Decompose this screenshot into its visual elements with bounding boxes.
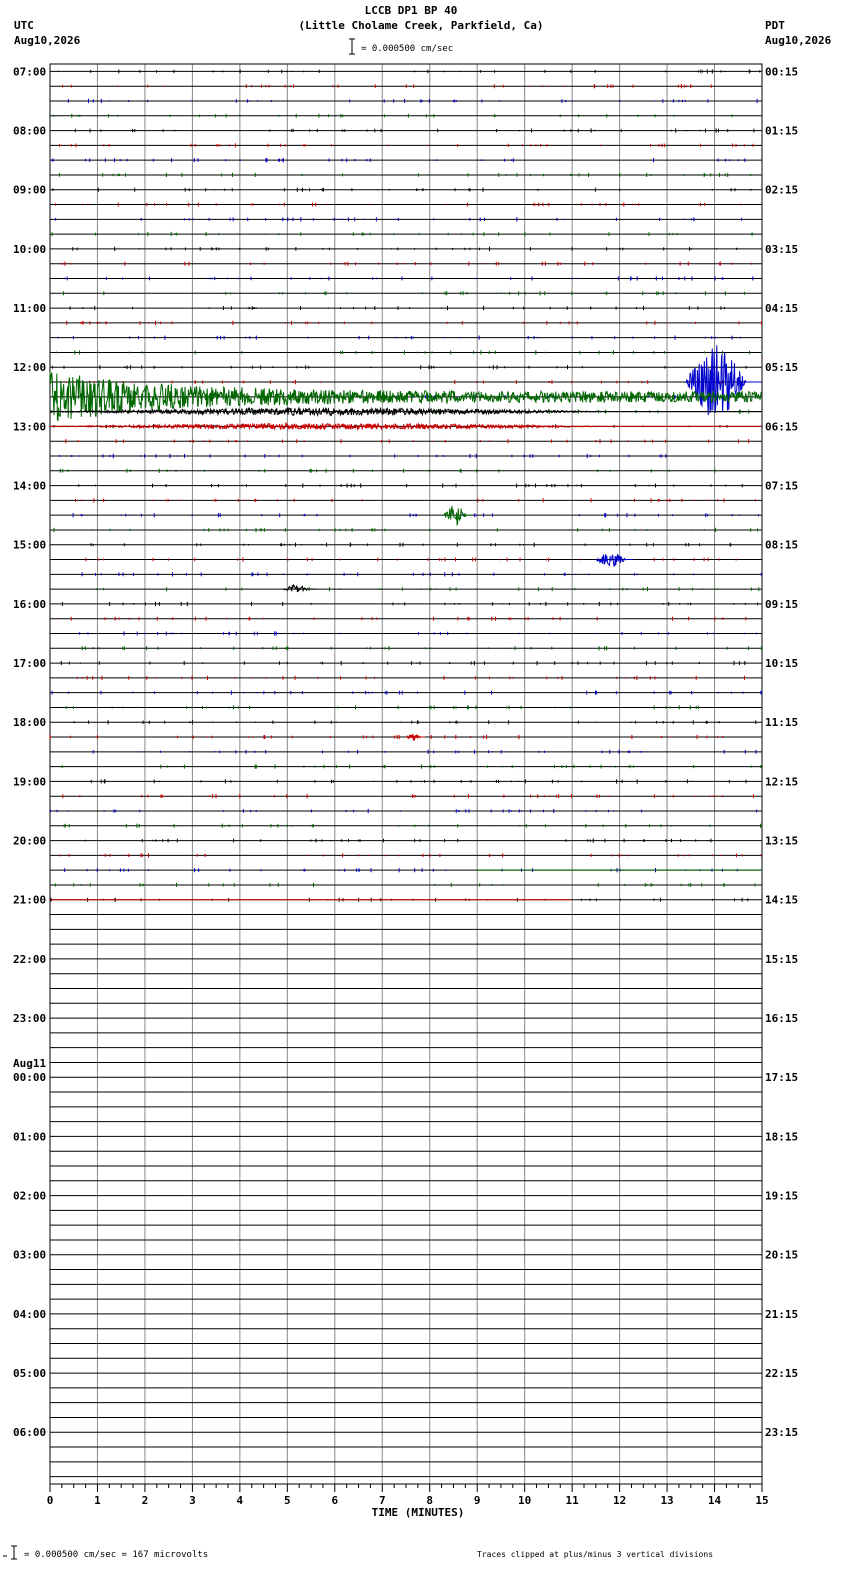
- x-tick-label: 2: [142, 1494, 149, 1507]
- right-hour-label: 20:15: [765, 1249, 798, 1262]
- event-waveform: [595, 553, 634, 567]
- left-hour-label: 12:00: [13, 361, 46, 374]
- right-hour-label: 18:15: [765, 1130, 798, 1143]
- left-hour-label: 04:00: [13, 1308, 46, 1321]
- right-hour-label: 19:15: [765, 1190, 798, 1203]
- left-hour-label: 00:00: [13, 1071, 46, 1084]
- left-hour-label: 13:00: [13, 420, 46, 433]
- left-hour-label: 16:00: [13, 598, 46, 611]
- left-hour-label: 17:00: [13, 657, 46, 670]
- right-hour-label: 12:15: [765, 775, 798, 788]
- left-hour-label: 05:00: [13, 1367, 46, 1380]
- x-tick-label: 12: [613, 1494, 626, 1507]
- left-hour-label: 19:00: [13, 775, 46, 788]
- x-tick-label: 14: [708, 1494, 722, 1507]
- x-tick-label: 1: [94, 1494, 101, 1507]
- event-waveform: [685, 345, 762, 416]
- left-hour-label: 23:00: [13, 1012, 46, 1025]
- trace-layer: [49, 69, 763, 1478]
- right-hour-label: 10:15: [765, 657, 798, 670]
- right-hour-label: 04:15: [765, 302, 798, 315]
- x-axis-label: TIME (MINUTES): [372, 1506, 465, 1519]
- right-hour-label: 22:15: [765, 1367, 798, 1380]
- footer-scale-bar-icon: [3, 1545, 17, 1560]
- right-hour-label: 14:15: [765, 894, 798, 907]
- plot-grid: [49, 63, 763, 1485]
- right-hour-label: 16:15: [765, 1012, 798, 1025]
- x-tick-label: 4: [237, 1494, 244, 1507]
- x-tick-label: 0: [47, 1494, 54, 1507]
- left-hour-label: 14:00: [13, 480, 46, 493]
- right-hour-label: 09:15: [765, 598, 798, 611]
- x-tick-label: 11: [566, 1494, 580, 1507]
- left-hour-label: 01:00: [13, 1130, 46, 1143]
- left-hour-label: 02:00: [13, 1190, 46, 1203]
- event-waveform: [443, 505, 472, 527]
- left-hour-label: 09:00: [13, 184, 46, 197]
- right-hour-label: 02:15: [765, 184, 798, 197]
- axis-label-layer: 07:00 08:00 09:00 10:00 11:00 12:00 13:00 14:00…: [13, 65, 798, 1519]
- x-tick-label: 5: [284, 1494, 291, 1507]
- left-hour-label: 08:00: [13, 125, 46, 138]
- left-hour-label: 22:00: [13, 953, 46, 966]
- seismogram-plot: 07:00 08:00 09:00 10:00 11:00 12:00 13:00 14:00…: [3, 38, 798, 1560]
- x-tick-label: 10: [518, 1494, 531, 1507]
- left-hour-label: 06:00: [13, 1426, 46, 1439]
- left-hour-label: 20:00: [13, 835, 46, 848]
- right-hour-label: 13:15: [765, 835, 798, 848]
- left-hour-label: 18:00: [13, 716, 46, 729]
- x-tick-label: 15: [755, 1494, 768, 1507]
- right-hour-label: 21:15: [765, 1308, 798, 1321]
- right-hour-label: 01:15: [765, 125, 798, 138]
- scale-bar-icon: [349, 38, 355, 55]
- right-hour-label: 08:15: [765, 539, 798, 552]
- left-hour-label: 21:00: [13, 894, 46, 907]
- right-hour-label: 06:15: [765, 420, 798, 433]
- right-hour-label: 11:15: [765, 716, 798, 729]
- x-tick-label: 6: [331, 1494, 338, 1507]
- left-hour-label: 07:00: [13, 65, 46, 78]
- right-hour-label: 00:15: [765, 65, 798, 78]
- right-hour-label: 07:15: [765, 480, 798, 493]
- left-hour-label: 03:00: [13, 1249, 46, 1262]
- event-waveform: [405, 733, 425, 741]
- x-tick-label: 13: [660, 1494, 673, 1507]
- x-tick-label: 3: [189, 1494, 196, 1507]
- left-hour-label: 10:00: [13, 243, 46, 256]
- right-hour-label: 05:15: [765, 361, 798, 374]
- right-hour-label: 23:15: [765, 1426, 798, 1439]
- x-tick-label: 9: [474, 1494, 481, 1507]
- right-hour-label: 17:15: [765, 1071, 798, 1084]
- left-hour-label: 15:00: [13, 539, 46, 552]
- event-waveform: [49, 421, 762, 431]
- plot-border: [49, 63, 763, 1485]
- right-hour-label: 03:15: [765, 243, 798, 256]
- right-hour-label: 15:15: [765, 953, 798, 966]
- left-date-label: Aug11: [13, 1057, 46, 1070]
- left-hour-label: 11:00: [13, 302, 46, 315]
